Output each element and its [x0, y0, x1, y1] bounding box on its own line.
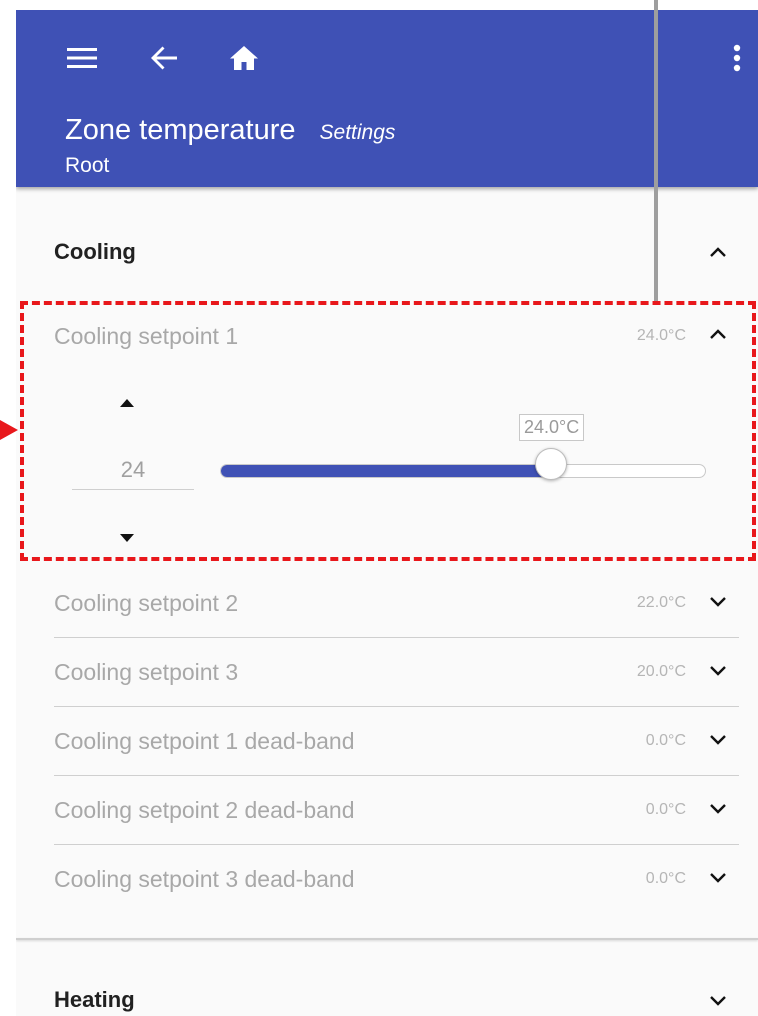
item-value: 0.0°C: [645, 732, 686, 749]
home-icon[interactable]: [226, 40, 262, 76]
item-label: Cooling setpoint 2: [54, 590, 239, 616]
list-item-cooling-setpoint-3[interactable]: Cooling setpoint 3 20.0°C: [54, 638, 739, 707]
decrement-button[interactable]: [113, 528, 141, 548]
app-bar: Zone temperature Settings Root: [16, 10, 758, 187]
item-label: Cooling setpoint 3 dead-band: [54, 866, 355, 892]
slider-thumb[interactable]: [535, 448, 567, 480]
increment-button[interactable]: [113, 393, 141, 413]
slider-value-tooltip: 24.0°C: [519, 414, 585, 441]
app-window: Zone temperature Settings Root Cooling C…: [16, 10, 758, 1016]
section-divider: [16, 938, 758, 940]
item-label: Cooling setpoint 1 dead-band: [54, 728, 355, 754]
item-label: Cooling setpoint 2 dead-band: [54, 797, 355, 823]
chevron-up-icon: [710, 247, 726, 257]
setpoint-number-input[interactable]: [72, 451, 194, 490]
chevron-down-icon: [710, 666, 726, 676]
item-value: 0.0°C: [645, 870, 686, 887]
breadcrumb[interactable]: Root: [65, 154, 109, 178]
chevron-down-icon: [710, 804, 726, 814]
item-value: 22.0°C: [636, 594, 686, 611]
section-header-heating[interactable]: Heating: [16, 970, 758, 1016]
arrow-back-icon[interactable]: [146, 40, 182, 76]
section-label-cooling: Cooling: [54, 239, 136, 264]
item-value: 0.0°C: [645, 801, 686, 818]
chevron-down-icon: [710, 597, 726, 607]
setpoint-editor-cooling-1: Cooling setpoint 1 24.0°C 24.0°C: [16, 302, 758, 567]
page-subtitle: Settings: [319, 121, 396, 144]
setpoint-slider[interactable]: [220, 464, 706, 478]
item-label: Cooling setpoint 3: [54, 659, 239, 685]
list-item-cooling-setpoint-2-dead-band[interactable]: Cooling setpoint 2 dead-band 0.0°C: [54, 776, 739, 845]
list-item-cooling-setpoint-3-dead-band[interactable]: Cooling setpoint 3 dead-band 0.0°C: [54, 845, 739, 913]
chevron-down-icon: [710, 873, 726, 883]
slider-fill: [221, 465, 551, 477]
menu-icon[interactable]: [64, 40, 100, 76]
more-vert-icon[interactable]: [720, 40, 754, 76]
section-label-heating: Heating: [54, 987, 135, 1012]
section-header-cooling[interactable]: Cooling: [16, 222, 758, 282]
annotation-arrow-icon: [0, 420, 18, 440]
chevron-down-icon: [710, 996, 726, 1006]
item-label: Cooling setpoint 1: [54, 323, 239, 349]
page-title: Zone temperature: [65, 114, 296, 146]
item-value: 24.0°C: [636, 327, 686, 344]
item-value: 20.0°C: [636, 663, 686, 680]
list-item-cooling-setpoint-2[interactable]: Cooling setpoint 2 22.0°C: [54, 569, 739, 638]
chevron-up-icon: [710, 329, 726, 339]
list-item-cooling-setpoint-1[interactable]: Cooling setpoint 1 24.0°C: [54, 302, 739, 370]
list-item-cooling-setpoint-1-dead-band[interactable]: Cooling setpoint 1 dead-band 0.0°C: [54, 707, 739, 776]
chevron-down-icon: [710, 735, 726, 745]
title-row: Zone temperature Settings: [65, 114, 395, 147]
